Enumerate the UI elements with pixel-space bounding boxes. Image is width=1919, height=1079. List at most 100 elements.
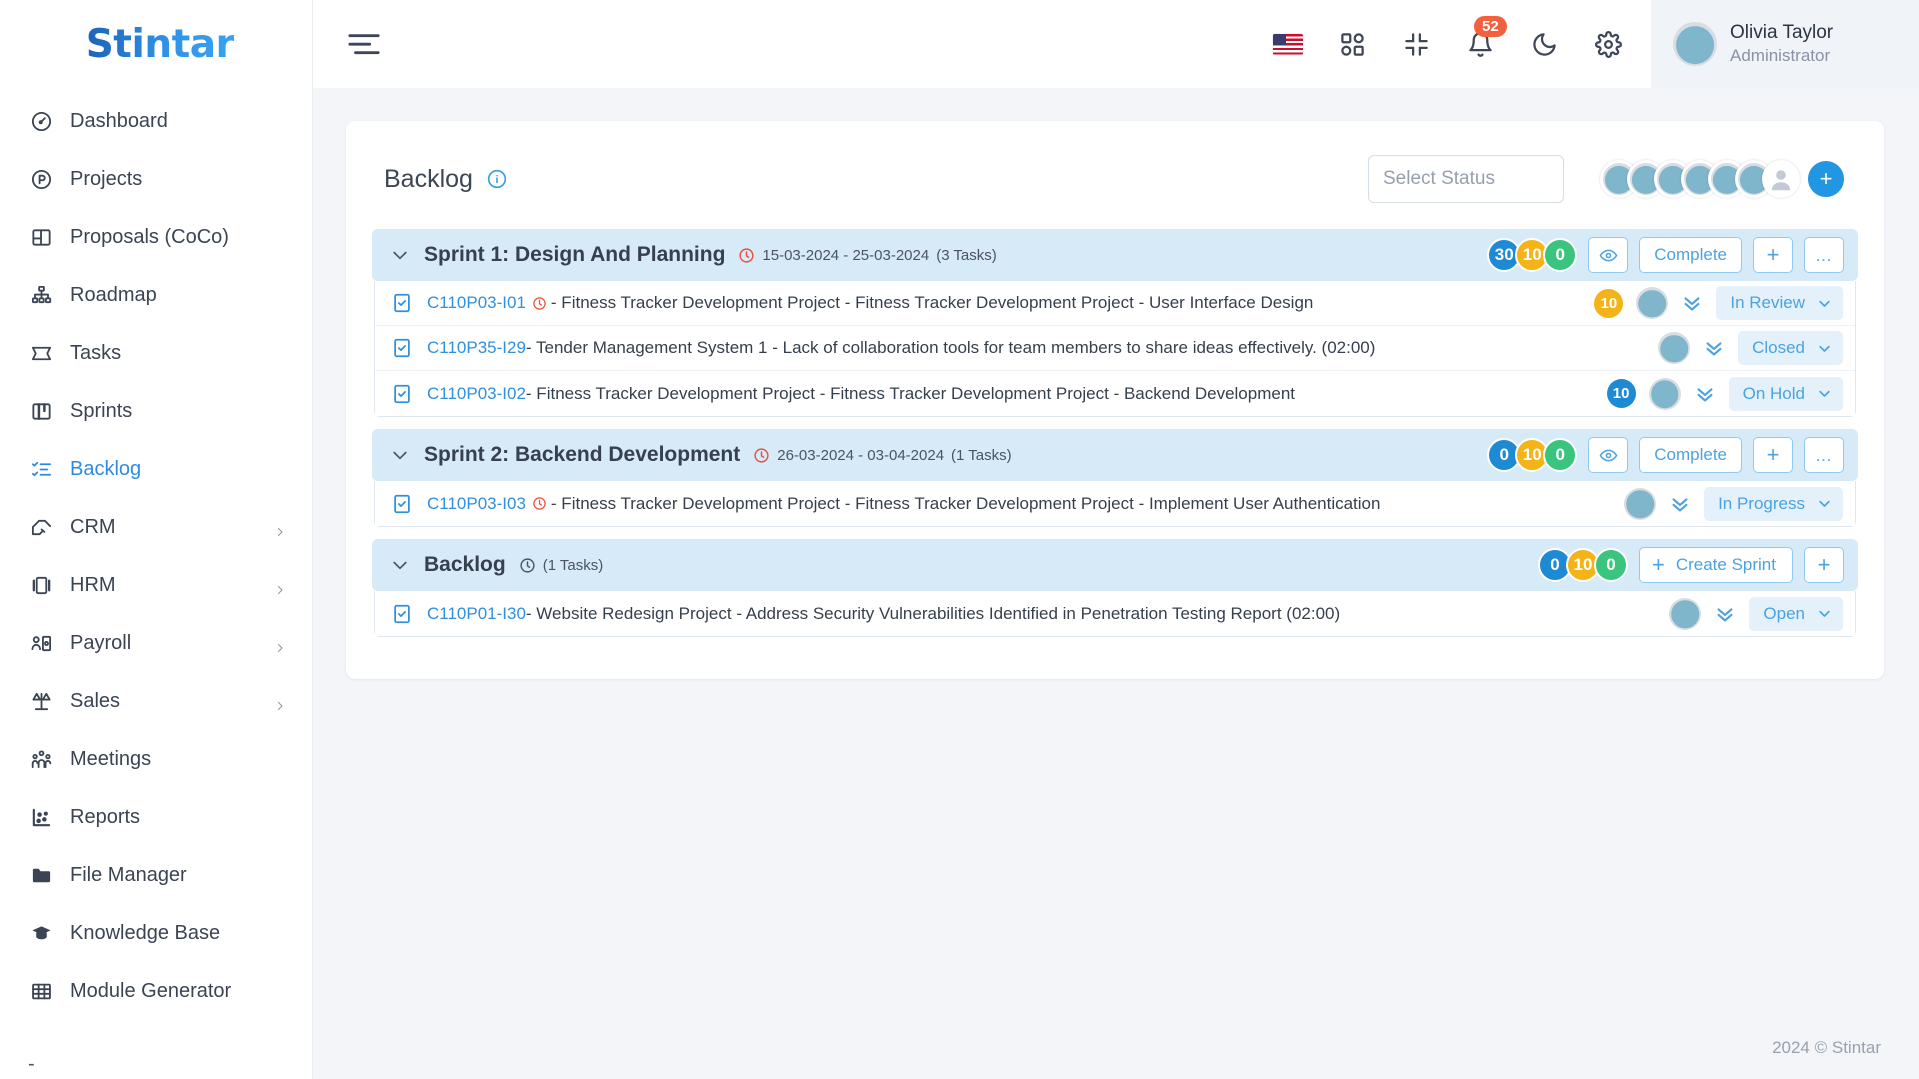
double-chevron-down-icon[interactable] xyxy=(1694,383,1716,405)
chevron-right-icon xyxy=(274,579,286,595)
avatar[interactable] xyxy=(1636,287,1669,319)
user-profile-menu[interactable]: Olivia Taylor Administrator xyxy=(1651,0,1919,88)
sidebar-item-sprints[interactable]: Sprints xyxy=(0,382,312,440)
user-role: Administrator xyxy=(1730,45,1831,65)
sidebar-item-projects[interactable]: Projects xyxy=(0,150,312,208)
sprint-pills: 0 10 0 xyxy=(1487,438,1578,472)
sidebar-item-sales[interactable]: Sales xyxy=(0,672,312,730)
table-row[interactable]: C110P03-I01 - Fitness Tracker Developmen… xyxy=(375,281,1855,326)
task-status-dropdown[interactable]: In Progress xyxy=(1704,486,1843,521)
sprint-group: Sprint 1: Design And Planning 15-03-2024 … xyxy=(372,229,1858,417)
sprint-complete-button[interactable]: Complete xyxy=(1639,237,1742,273)
avatar[interactable] xyxy=(1624,487,1657,520)
chevron-down-icon[interactable] xyxy=(390,445,410,465)
avatar[interactable] xyxy=(1669,597,1702,630)
apps-grid-icon[interactable] xyxy=(1337,29,1367,59)
task-checkbox-icon[interactable] xyxy=(391,603,413,625)
table-row[interactable]: C110P03-I03 - Fitness Tracker Developmen… xyxy=(375,481,1855,526)
add-task-button[interactable]: + xyxy=(1804,547,1844,583)
eye-icon[interactable] xyxy=(1588,437,1629,473)
sidebar-item-meetings[interactable]: Meetings xyxy=(0,730,312,788)
double-chevron-down-icon[interactable] xyxy=(1669,493,1691,515)
task-status-dropdown[interactable]: In Review xyxy=(1716,286,1843,320)
task-checkbox-icon[interactable] xyxy=(391,493,413,515)
task-key-link[interactable]: C110P03-I01 xyxy=(427,293,526,313)
task-status-dropdown[interactable]: On Hold xyxy=(1728,376,1843,411)
chevron-down-icon[interactable] xyxy=(390,555,410,575)
avatar[interactable] xyxy=(1658,332,1691,364)
sidebar-item-label: Backlog xyxy=(70,457,142,480)
add-task-button[interactable]: + xyxy=(1753,237,1793,273)
sidebar-item-roadmap[interactable]: Roadmap xyxy=(0,266,312,324)
task-status-dropdown[interactable]: Closed xyxy=(1738,331,1843,365)
create-sprint-button[interactable]: + Create Sprint xyxy=(1638,547,1793,583)
sidebar-item-knowledge-base[interactable]: Knowledge Base xyxy=(0,904,312,962)
scales-icon xyxy=(28,688,54,714)
task-key-link[interactable]: C110P35-I29 xyxy=(427,338,526,358)
brand-logo[interactable]: Stintar xyxy=(0,0,312,88)
sidebar: Stintar Dashboard Projects Proposals (CoCo… xyxy=(0,0,313,1079)
task-key-link[interactable]: C110P03-I02 xyxy=(427,384,526,404)
avatar[interactable] xyxy=(1648,377,1681,410)
task-checkbox-icon[interactable] xyxy=(391,337,413,359)
task-key-link[interactable]: C110P03-I03 xyxy=(427,494,526,514)
add-task-button[interactable]: + xyxy=(1753,437,1793,473)
ellipsis-icon[interactable]: … xyxy=(1804,237,1844,273)
sidebar-item-label: CRM xyxy=(70,515,116,538)
ellipsis-icon[interactable]: … xyxy=(1804,437,1844,473)
sidebar-item-module-generator[interactable]: Module Generator xyxy=(0,962,312,1020)
table-row[interactable]: C110P35-I29 - Tender Management System 1… xyxy=(375,326,1855,371)
moon-icon[interactable] xyxy=(1529,29,1559,59)
chevron-down-icon[interactable] xyxy=(390,245,410,265)
sidebar-item-label: Tasks xyxy=(70,341,122,364)
member-placeholder-icon[interactable] xyxy=(1762,160,1800,198)
double-chevron-down-icon[interactable] xyxy=(1714,603,1736,625)
sidebar-item-label: Projects xyxy=(70,167,143,190)
sidebar-item-proposals-coco[interactable]: Proposals (CoCo) xyxy=(0,208,312,266)
chevron-right-icon xyxy=(274,521,286,537)
gear-icon[interactable] xyxy=(1593,29,1623,59)
us-flag-icon[interactable] xyxy=(1273,29,1303,59)
task-points-badge: 10 xyxy=(1606,379,1636,408)
sidebar-item-label: Reports xyxy=(70,805,141,828)
info-icon[interactable] xyxy=(487,169,507,189)
create-sprint-label: Create Sprint xyxy=(1675,555,1776,574)
chevron-down-icon xyxy=(1817,496,1832,511)
task-checkbox-icon[interactable] xyxy=(391,292,413,314)
grid-table-icon xyxy=(28,978,54,1004)
sidebar-item-label: Roadmap xyxy=(70,283,157,306)
task-title: C110P35-I29 - Tender Management System 1… xyxy=(427,338,1375,358)
status-filter-select[interactable]: Select Status xyxy=(1368,155,1564,203)
sidebar-item-label: File Manager xyxy=(70,863,187,886)
page-title: Backlog xyxy=(384,164,473,193)
task-checkbox-icon[interactable] xyxy=(391,383,413,405)
sidebar-item-backlog[interactable]: Backlog xyxy=(0,440,312,498)
collapse-screen-icon[interactable] xyxy=(1401,29,1431,59)
sidebar-item-label: Knowledge Base xyxy=(70,921,221,944)
handshake-icon xyxy=(28,514,54,540)
task-status-dropdown[interactable]: Open xyxy=(1749,596,1843,631)
double-chevron-down-icon[interactable] xyxy=(1703,337,1725,359)
sidebar-item-tasks[interactable]: Tasks xyxy=(0,324,312,382)
hamburger-icon[interactable] xyxy=(347,30,381,58)
sidebar-item-file-manager[interactable]: File Manager xyxy=(0,846,312,904)
member-avatar-group xyxy=(1600,160,1800,198)
sidebar-item-payroll[interactable]: Payroll xyxy=(0,614,312,672)
sidebar-item-reports[interactable]: Reports xyxy=(0,788,312,846)
add-member-button[interactable]: + xyxy=(1806,159,1846,199)
chevron-right-icon xyxy=(274,695,286,711)
sidebar-item-dashboard[interactable]: Dashboard xyxy=(0,92,312,150)
double-chevron-down-icon[interactable] xyxy=(1681,292,1703,314)
sprint-task-count: (1 Tasks) xyxy=(542,556,604,574)
task-description: - Fitness Tracker Development Project - … xyxy=(550,293,1314,312)
bell-icon[interactable]: 52 xyxy=(1465,16,1507,59)
eye-icon[interactable] xyxy=(1588,237,1629,273)
table-row[interactable]: C110P03-I02 - Fitness Tracker Developmen… xyxy=(375,371,1855,416)
graduation-cap-icon xyxy=(28,920,54,946)
task-key-link[interactable]: C110P01-I30 xyxy=(427,604,526,624)
sprint-complete-button[interactable]: Complete xyxy=(1639,437,1742,473)
sidebar-item-crm[interactable]: CRM xyxy=(0,498,312,556)
status-filter-placeholder: Select Status xyxy=(1383,168,1495,189)
sidebar-item-hrm[interactable]: HRM xyxy=(0,556,312,614)
table-row[interactable]: C110P01-I30 - Website Redesign Project -… xyxy=(375,591,1855,636)
